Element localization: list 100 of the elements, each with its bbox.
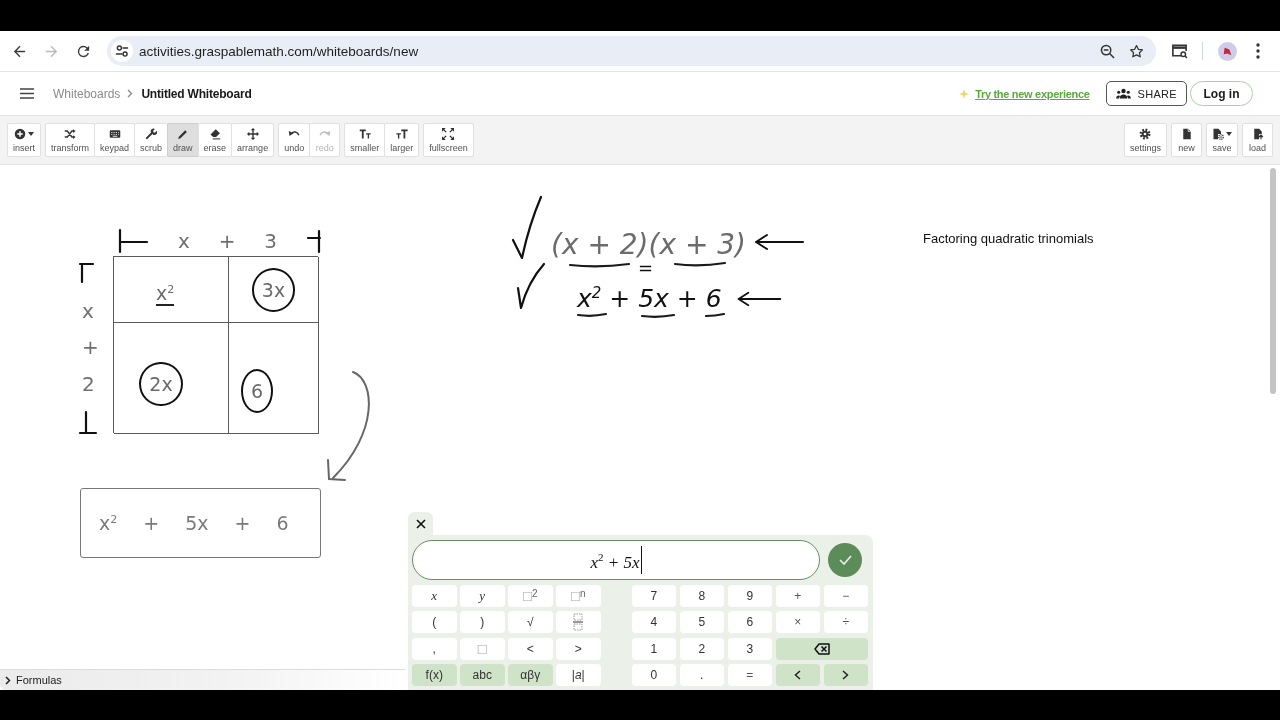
keypad-key[interactable]: 7 (631, 584, 676, 607)
keypad-key[interactable]: ) (460, 611, 505, 633)
close-button[interactable] (408, 512, 433, 535)
star-icon (1128, 43, 1144, 59)
toolbar-button[interactable]: undo (278, 123, 311, 157)
login-button[interactable]: Log in (1190, 81, 1253, 106)
move-arrows-icon (246, 127, 259, 140)
toolbar-button[interactable]: insert (7, 123, 41, 157)
keypad-key[interactable]: = (727, 664, 772, 686)
keypad-key[interactable]: □$^{2}$ (508, 584, 553, 607)
keypad-key[interactable]: + (775, 584, 820, 607)
cell-term: 6 (241, 369, 274, 413)
dimension-mark-icon (78, 410, 98, 435)
toolbar-button[interactable]: scrub (134, 123, 169, 157)
text-size-decrease-icon (358, 127, 371, 140)
text-size-increase-icon (395, 127, 408, 140)
profile-button[interactable] (1216, 39, 1238, 63)
dimension-label: + (82, 337, 99, 357)
kebab-menu-icon (1256, 43, 1260, 59)
close-icon (415, 518, 426, 529)
keyboard-icon (108, 127, 121, 140)
keypad-key[interactable]: 6 (727, 611, 772, 633)
keypad-key[interactable]: 2 (679, 637, 724, 660)
toolbar-button[interactable]: load (1242, 123, 1273, 157)
dimension-label: 3 (264, 231, 278, 251)
keypad-key[interactable]: 5 (679, 611, 724, 633)
chevron-right-icon (127, 89, 134, 98)
site-info-button[interactable] (111, 40, 133, 62)
page-title: Untitled Whiteboard (141, 86, 252, 101)
backspace-icon (813, 642, 830, 655)
breadcrumb-link[interactable]: Whiteboards (53, 86, 121, 101)
keypad-key[interactable]: ( (412, 611, 457, 633)
document-upload-icon (1251, 127, 1264, 140)
toolbar-button[interactable]: smaller (344, 123, 386, 157)
address-bar[interactable]: activities.graspablemath.com/whiteboards/new (107, 36, 1156, 66)
cell-term: x$^{2}$ (155, 278, 175, 307)
math-input-field[interactable]: x$^{2}$ + 5x (412, 540, 820, 580)
chevron-right-icon (842, 670, 850, 680)
keypad-key[interactable]: f(x) (412, 664, 457, 686)
keypad-key[interactable]: αβγ (508, 664, 553, 686)
keypad-key[interactable]: 9 (727, 584, 772, 607)
wrench-icon (145, 127, 158, 140)
scrollbar[interactable] (1270, 168, 1276, 394)
keypad-key[interactable]: abc (460, 664, 505, 686)
avatar-icon (1217, 41, 1237, 61)
ink-underline-icon (641, 313, 675, 319)
document-icon (1180, 127, 1193, 140)
toolbar-button[interactable]: larger (384, 123, 420, 157)
keypad-key[interactable]: , (412, 637, 457, 660)
menu-button[interactable] (19, 85, 35, 102)
keypad-key[interactable]: 3 (727, 637, 772, 660)
backspace-key[interactable] (775, 637, 868, 660)
people-icon (1115, 88, 1131, 99)
cell-term: 3x (251, 267, 296, 312)
url-text: activities.graspablemath.com/whiteboards/new (139, 43, 419, 59)
keypad-key[interactable]: ÷ (823, 611, 868, 633)
keypad-key[interactable]: 4 (631, 611, 676, 633)
keypad-key[interactable]: |a| (556, 664, 601, 686)
dimension-label: x (177, 231, 190, 251)
dimension-mark-icon (78, 261, 95, 284)
keypad-key[interactable]: x (412, 584, 457, 607)
menu-icon (20, 88, 34, 99)
keypad-key[interactable]: × (775, 611, 820, 633)
toolbar-button[interactable]: new (1171, 123, 1202, 157)
toolbar-button[interactable]: settings (1123, 123, 1167, 157)
keypad-key[interactable]: − (823, 584, 868, 607)
keypad-key[interactable]: □$^{n}$ (556, 584, 601, 607)
toolbar-button[interactable]: keypad (94, 123, 136, 157)
keypad-key[interactable]: < (508, 637, 553, 660)
keypad-key[interactable]: y (460, 584, 505, 607)
keypad-key[interactable]: 1 (631, 637, 676, 660)
ink-underline-icon (577, 312, 607, 318)
toolbar-button[interactable]: transform (45, 123, 96, 157)
keypad-key[interactable]: 0 (631, 664, 676, 686)
keypad-key[interactable]: . (679, 664, 724, 686)
formulas-toggle[interactable]: Formulas (0, 669, 405, 690)
dimension-label: 2 (82, 373, 95, 394)
toolbar-button[interactable]: arrange (231, 123, 275, 157)
math-expression: x$^{2}$ + 5x + 6 (577, 282, 722, 315)
toolbar-button[interactable]: fullscreen (423, 123, 474, 157)
toolbar-button[interactable]: save (1206, 123, 1238, 157)
text-note: Factoring quadratic trinomials (923, 231, 1094, 246)
share-button[interactable]: SHARE (1105, 81, 1187, 106)
plus-circle-icon (14, 127, 26, 140)
expand-arrows-icon (442, 127, 455, 140)
keypad-key[interactable]: > (556, 637, 601, 660)
keypad-key[interactable]: 8 (679, 584, 724, 607)
chevron-left-icon (794, 670, 802, 680)
sparkle-icon (959, 88, 970, 99)
ink-underline-icon (674, 261, 726, 267)
keypad-key[interactable]: √ (508, 611, 553, 633)
zoom-out-icon (1099, 43, 1115, 59)
tune-icon (115, 44, 129, 58)
eraser-icon (208, 127, 221, 140)
enter-button[interactable] (828, 543, 862, 577)
ink-underline-icon (569, 262, 630, 268)
dimension-label: + (218, 231, 236, 251)
document-gear-icon (1212, 127, 1224, 140)
input-value: x$^{2}$ + 5x (590, 546, 642, 574)
toolbar-button[interactable]: draw (167, 123, 199, 157)
